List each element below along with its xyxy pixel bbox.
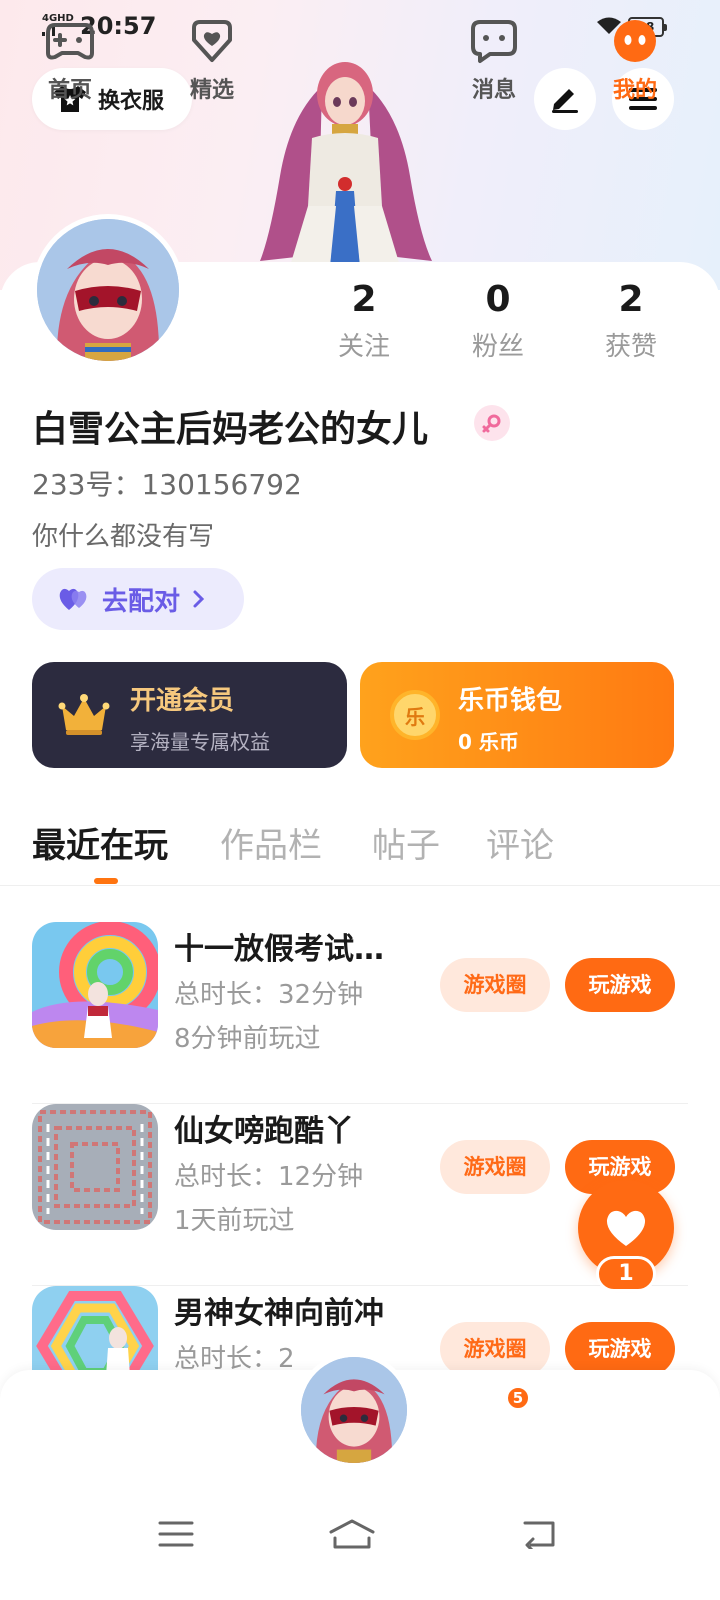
stat-following[interactable]: 2 关注 [324,278,404,363]
coin-icon: 乐 [390,690,440,740]
likes-count: 2 [618,279,644,320]
crown-icon [58,694,110,735]
fans-label: 粉丝 [471,332,524,362]
tab-featured[interactable]: 精选 [162,16,262,104]
active-tab-indicator [94,878,118,884]
avatar-character-figure[interactable] [250,56,440,266]
tab-works[interactable]: 作品栏 [220,818,322,867]
avatar-portrait [37,219,179,361]
tab-posts[interactable]: 帖子 [372,818,440,867]
heart-tag-icon [192,20,232,62]
game-thumbnail[interactable] [32,922,158,1048]
game-title: 十一放假考试… [174,932,384,967]
female-icon [474,405,510,441]
following-label: 关注 [337,332,390,362]
stat-fans[interactable]: 0 粉丝 [458,278,538,363]
double-heart-icon [59,588,87,610]
game-thumbnail[interactable] [32,1104,158,1230]
home-button[interactable] [322,1512,382,1556]
game-title: 仙女嗙跑酷丫 [174,1114,354,1149]
play-game-button[interactable]: 玩游戏 [565,1322,675,1376]
content-tabs: 最近在玩 作品栏 帖子 评论 [0,818,720,886]
wallet-title: 乐币钱包 [458,686,563,716]
user-nickname: 白雪公主后妈老公的女儿 [32,409,429,450]
game-duration: 总时长：32分钟 [174,980,364,1010]
system-navigation-bar [0,1490,720,1600]
wallet-card[interactable]: 乐 乐币钱包 0 乐币 [360,662,674,768]
game-last-played: 1天前玩过 [174,1206,295,1236]
tab-home-label: 首页 [47,78,92,103]
vip-membership-card[interactable]: 开通会员 享海量专属权益 [32,662,347,768]
back-button[interactable] [508,1512,568,1556]
chat-icon [471,20,517,63]
tab-messages[interactable]: 消息 [444,16,544,104]
wallet-balance: 0 乐币 [458,730,519,754]
game-circle-button[interactable]: 游戏圈 [440,1322,550,1376]
gamepad-icon [46,23,94,60]
chevron-right-icon [193,590,205,608]
tab-home[interactable]: 首页 [20,16,120,104]
vip-title: 开通会员 [130,686,235,716]
fans-count: 0 [485,279,511,320]
like-count-badge: 1 [596,1256,656,1292]
recent-apps-button[interactable] [146,1512,206,1556]
avatar-portrait [301,1357,407,1463]
coin-glyph: 乐 [405,704,425,729]
game-duration: 总时长：12分钟 [174,1162,364,1192]
vip-subtitle: 享海量专属权益 [130,730,270,754]
game-circle-button[interactable]: 游戏圈 [440,1140,550,1194]
game-last-played: 8分钟前玩过 [174,1024,321,1054]
profile-avatar[interactable] [32,214,184,366]
user-bio: 你什么都没有写 [32,522,215,552]
tab-recent-played[interactable]: 最近在玩 [32,818,168,867]
back-arrow-icon [523,1521,555,1549]
tab-mine-label: 我的 [612,78,657,103]
user-id: 233号：130156792 [32,468,302,501]
tab-messages-label: 消息 [471,78,516,103]
likes-label: 获赞 [604,332,657,362]
match-button[interactable]: 去配对 [32,568,244,630]
following-count: 2 [351,279,377,320]
heart-icon [606,1210,646,1246]
menu-lines-icon [158,1521,194,1547]
game-circle-button[interactable]: 游戏圈 [440,958,550,1012]
tab-featured-label: 精选 [189,78,234,103]
center-avatar-button[interactable] [296,1352,412,1468]
tab-mine[interactable]: 我的 [585,16,685,104]
pencil-icon [552,89,578,113]
profile-face-icon [614,20,656,62]
play-game-button[interactable]: 玩游戏 [565,958,675,1012]
tab-comments[interactable]: 评论 [486,818,554,867]
home-icon [329,1519,375,1549]
match-label: 去配对 [102,586,181,617]
message-badge: 5 [506,1386,530,1410]
game-row[interactable]: 十一放假考试… 总时长：32分钟 8分钟前玩过 游戏圈 玩游戏 [32,922,688,1104]
game-title: 男神女神向前冲 [174,1296,384,1331]
stat-likes[interactable]: 2 获赞 [591,278,671,363]
